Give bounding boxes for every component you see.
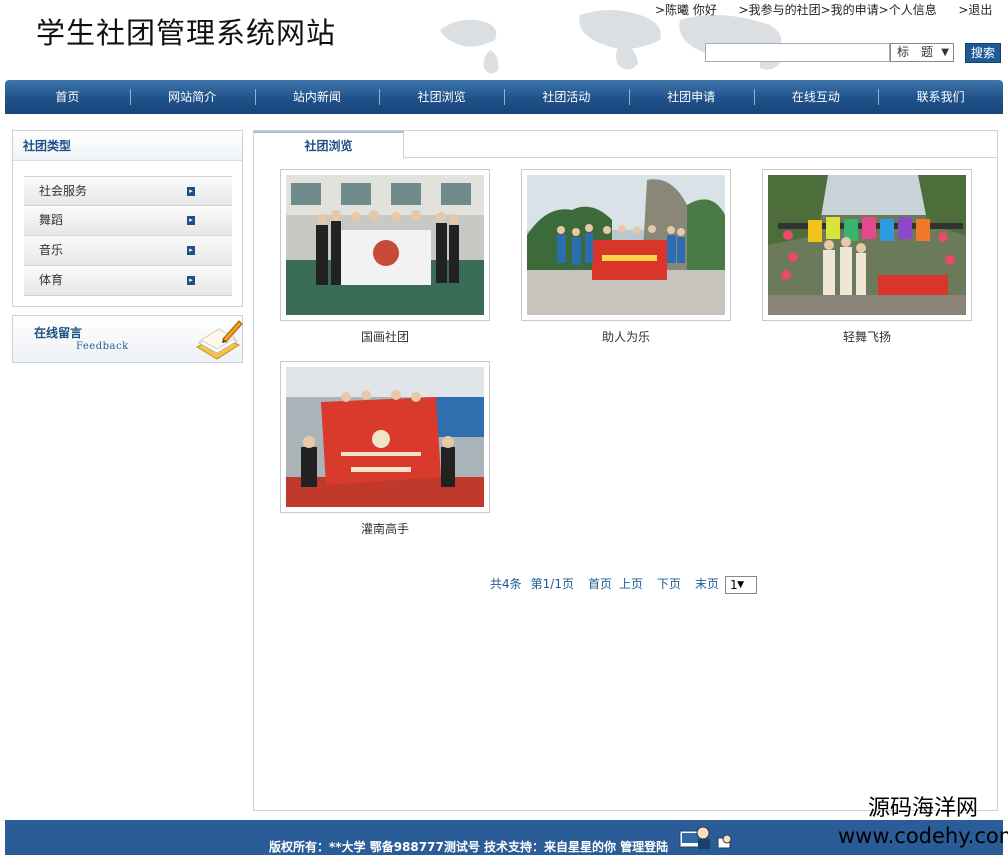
sidebar-item-label: 社会服务 (39, 184, 88, 198)
tab-browse-clubs[interactable]: 社团浏览 (254, 131, 404, 159)
nav-about[interactable]: 网站简介 (129, 80, 255, 114)
club-type-list: 社会服务 ▸ 舞蹈 ▸ 音乐 ▸ 体育 ▸ (24, 176, 232, 296)
user-icon (717, 834, 732, 849)
feedback-banner[interactable]: 在线留言 Feedback (12, 315, 243, 363)
nav-news[interactable]: 站内新闻 (254, 80, 380, 114)
sidebar-item-dance[interactable]: 舞蹈 ▸ (24, 206, 232, 236)
nav-online-interaction[interactable]: 在线互动 (753, 80, 879, 114)
pager-prev-link[interactable]: 上页 (619, 577, 643, 591)
main-panel: 社团浏览 国画社团 助人为乐 轻舞飞扬 灌南高手 共4条 第1/1页 首页 上页… (253, 130, 998, 811)
arrow-right-icon: ▸ (187, 246, 195, 255)
sidebar-item-sports[interactable]: 体育 ▸ (24, 266, 232, 296)
watermark-title: 源码海洋网 (867, 796, 978, 821)
site-title: 学生社团管理系统网站 (36, 16, 337, 50)
gym-banner-photo (286, 175, 484, 315)
club-type-title: 社团类型 (13, 131, 242, 161)
pager-total: 共4条 (490, 577, 522, 591)
club-photo-frame (280, 169, 490, 321)
arrow-right-icon: ▸ (187, 216, 195, 225)
volunteers-banner-photo (527, 175, 725, 315)
notebook-pencil-icon (195, 320, 243, 360)
club-photo-frame (762, 169, 972, 321)
sidebar-item-music[interactable]: 音乐 ▸ (24, 236, 232, 266)
nav-browse-clubs[interactable]: 社团浏览 (379, 80, 504, 114)
nav-contact[interactable]: 联系我们 (878, 80, 1003, 114)
watermark-url: www.codehy.com (838, 824, 1008, 848)
main-nav: 首页 网站简介 站内新闻 社团浏览 社团活动 社团申请 在线互动 联系我们 (5, 80, 1003, 114)
pager-next-link[interactable]: 下页 (657, 577, 681, 591)
feedback-subtitle: Feedback (76, 341, 129, 352)
feedback-title: 在线留言 (34, 326, 83, 340)
archery-club-photo (286, 367, 484, 507)
my-clubs-link[interactable]: >我参与的社团 (739, 3, 821, 17)
sidebar-item-label: 体育 (39, 273, 64, 287)
club-card[interactable]: 轻舞飞扬 (762, 169, 972, 345)
header: 学生社团管理系统网站 >陈曦 你好 >我参与的社团>我的申请>个人信息 >退出 … (0, 0, 1008, 80)
user-greeting: >陈曦 你好 (655, 3, 717, 17)
club-photo-frame (280, 361, 490, 513)
club-name: 助人为乐 (601, 330, 650, 344)
club-card[interactable]: 国画社团 (280, 169, 490, 345)
club-photo-frame (521, 169, 731, 321)
club-card[interactable]: 灌南高手 (280, 361, 490, 537)
club-name: 轻舞飞扬 (842, 330, 891, 344)
pager-first-link[interactable]: 首页 (588, 577, 612, 591)
tab-bar: 社团浏览 (254, 131, 997, 159)
chevron-down-icon: ▼ (737, 579, 745, 590)
search-input[interactable] (705, 43, 890, 62)
club-card[interactable]: 助人为乐 (521, 169, 731, 345)
nav-home[interactable]: 首页 (5, 80, 130, 114)
search-field-select[interactable]: 标 题 ▼ (890, 43, 954, 62)
club-name: 灌南高手 (360, 522, 409, 536)
pager-page-info: 第1/1页 (530, 577, 574, 591)
sidebar-item-label: 音乐 (39, 243, 64, 257)
club-name: 国画社团 (360, 330, 409, 344)
nav-club-apply[interactable]: 社团申请 (628, 80, 754, 114)
logout-link[interactable]: >退出 (958, 3, 992, 17)
search-field-value: 标 题 (897, 45, 934, 59)
search-button[interactable]: 搜索 (965, 43, 1001, 63)
sidebar-item-social-service[interactable]: 社会服务 ▸ (24, 176, 232, 206)
club-type-panel: 社团类型 社会服务 ▸ 舞蹈 ▸ 音乐 ▸ 体育 ▸ (12, 130, 243, 307)
chevron-down-icon: ▼ (941, 47, 949, 58)
nav-club-activities[interactable]: 社团活动 (504, 80, 629, 114)
footer-text: 版权所有：**大学 鄂备988777测试号 技术支持：来自星星的你 管理登陆 (269, 840, 669, 854)
profile-link[interactable]: >个人信息 (879, 3, 937, 17)
pagination: 共4条 第1/1页 首页 上页 下页 末页 1 ▼ (490, 575, 766, 594)
pager-last-link[interactable]: 末页 (695, 577, 719, 591)
top-links: >陈曦 你好 >我参与的社团>我的申请>个人信息 >退出 (655, 1, 992, 18)
admin-login-icon[interactable] (678, 825, 712, 851)
my-applications-link[interactable]: >我的申请 (821, 3, 879, 17)
watermark: 源码海洋网 www.codehy.com (838, 795, 1008, 849)
page-select[interactable]: 1 ▼ (725, 575, 758, 594)
festival-booth-photo (768, 175, 966, 315)
sidebar-item-label: 舞蹈 (39, 213, 64, 227)
arrow-right-icon: ▸ (187, 187, 195, 196)
arrow-right-icon: ▸ (187, 276, 195, 285)
